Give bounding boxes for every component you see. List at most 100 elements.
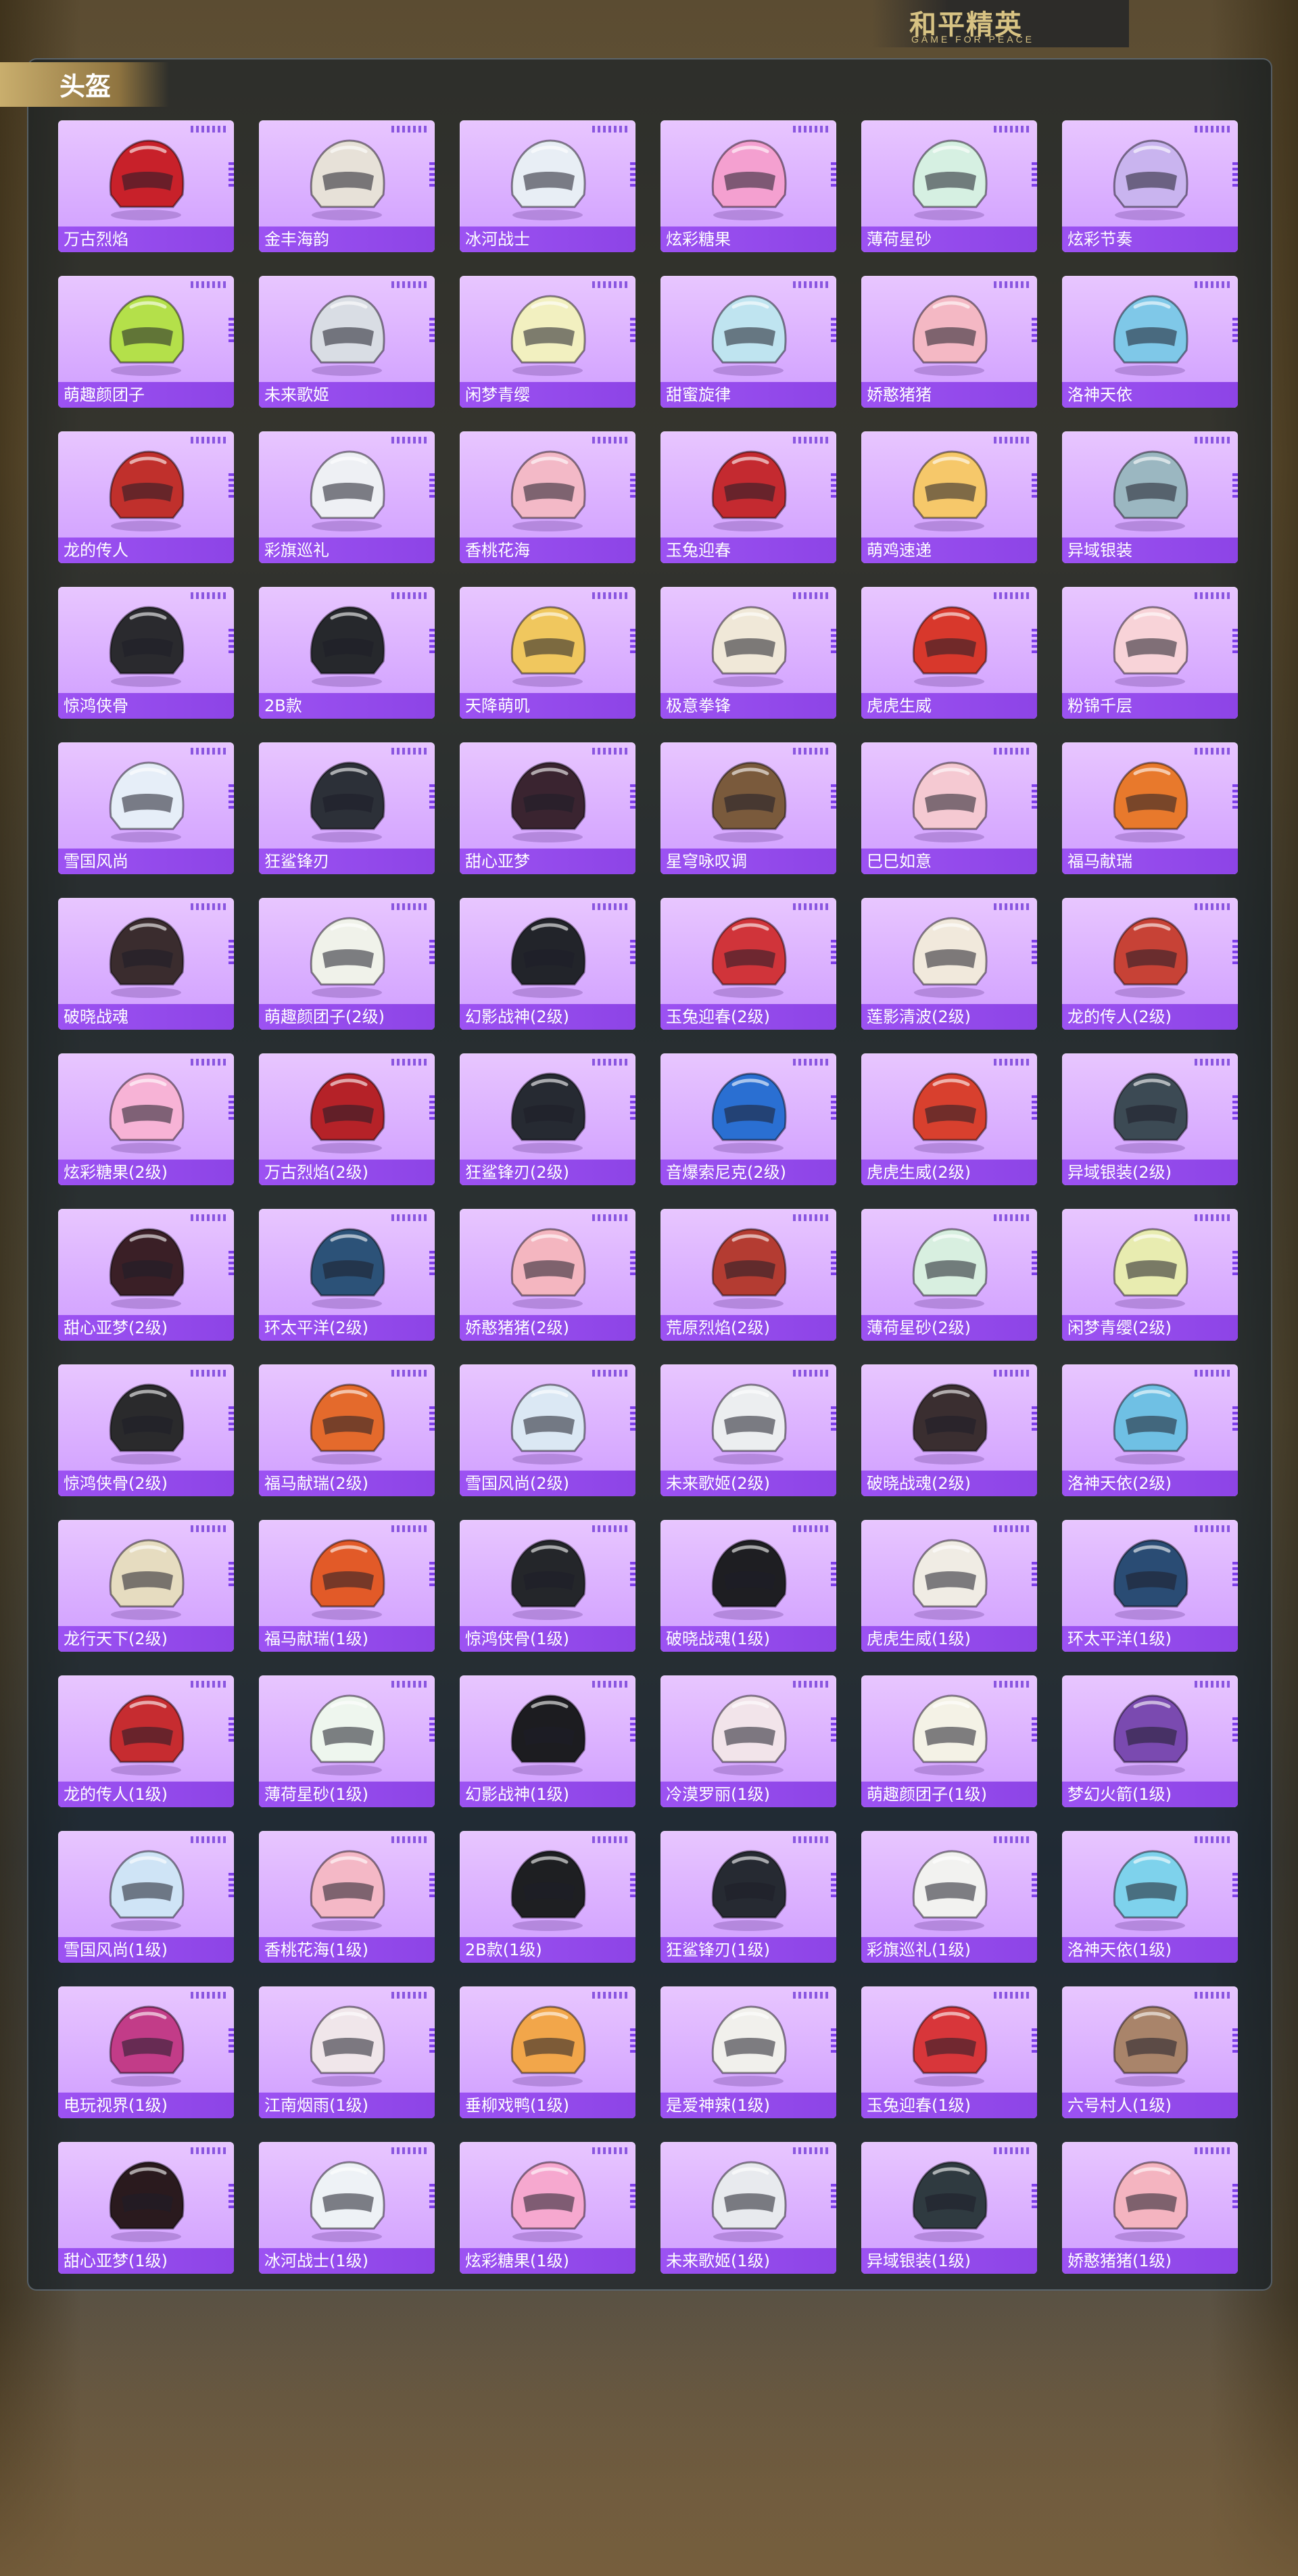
- helmet-name-label: 萌趣颜团子(1级): [861, 1782, 1037, 1807]
- helmet-card[interactable]: 狂鲨锋刃(2级): [460, 1053, 635, 1185]
- helmet-card[interactable]: 异域银装(1级): [861, 2142, 1037, 2274]
- helmet-card[interactable]: 娇憨猪猪(1级): [1062, 2142, 1238, 2274]
- helmet-card[interactable]: 薄荷星砂(2级): [861, 1209, 1037, 1341]
- helmet-card[interactable]: 未来歌姬: [259, 276, 435, 408]
- helmet-card[interactable]: 万古烈焰(2级): [259, 1053, 435, 1185]
- helmet-card[interactable]: 闲梦青缨: [460, 276, 635, 408]
- helmet-card[interactable]: 破晓战魂: [58, 898, 234, 1030]
- helmet-card[interactable]: 垂柳戏鸭(1级): [460, 1986, 635, 2118]
- helmet-card[interactable]: 薄荷星砂(1级): [259, 1675, 435, 1807]
- helmet-card[interactable]: 炫彩节奏: [1062, 120, 1238, 252]
- helmet-card[interactable]: 破晓战魂(2级): [861, 1364, 1037, 1496]
- helmet-card[interactable]: 2B款(1级): [460, 1831, 635, 1963]
- helmet-card[interactable]: 香桃花海: [460, 431, 635, 563]
- helmet-card[interactable]: 福马献瑞(1级): [259, 1520, 435, 1652]
- helmet-card[interactable]: 龙的传人(2级): [1062, 898, 1238, 1030]
- helmet-card[interactable]: 玉兔迎春(2级): [660, 898, 836, 1030]
- helmet-card[interactable]: 雪国风尚(2级): [460, 1364, 635, 1496]
- helmet-card[interactable]: 冰河战士(1级): [259, 2142, 435, 2274]
- helmet-card[interactable]: 极意拳锋: [660, 587, 836, 719]
- helmet-card[interactable]: 冷漠罗丽(1级): [660, 1675, 836, 1807]
- helmet-card[interactable]: 惊鸿侠骨(1级): [460, 1520, 635, 1652]
- helmet-icon: [912, 917, 988, 998]
- helmet-card[interactable]: 虎虎生威(2级): [861, 1053, 1037, 1185]
- helmet-card[interactable]: 甜蜜旋律: [660, 276, 836, 408]
- helmet-card[interactable]: 雪国风尚(1级): [58, 1831, 234, 1963]
- helmet-card[interactable]: 惊鸿侠骨: [58, 587, 234, 719]
- helmet-card[interactable]: 洛神天依(1级): [1062, 1831, 1238, 1963]
- helmet-card[interactable]: 龙的传人: [58, 431, 234, 563]
- helmet-card[interactable]: 电玩视界(1级): [58, 1986, 234, 2118]
- helmet-card[interactable]: 未来歌姬(1级): [660, 2142, 836, 2274]
- helmet-card[interactable]: 环太平洋(1级): [1062, 1520, 1238, 1652]
- helmet-name-label: 闲梦青缨(2级): [1062, 1315, 1238, 1341]
- helmet-card[interactable]: 福马献瑞: [1062, 742, 1238, 874]
- helmet-card[interactable]: 香桃花海(1级): [259, 1831, 435, 1963]
- helmet-card[interactable]: 金丰海韵: [259, 120, 435, 252]
- helmet-card[interactable]: 龙行天下(2级): [58, 1520, 234, 1652]
- helmet-card[interactable]: 福马献瑞(2级): [259, 1364, 435, 1496]
- helmet-card[interactable]: 薄荷星砂: [861, 120, 1037, 252]
- helmet-card[interactable]: 彩旗巡礼: [259, 431, 435, 563]
- helmet-card[interactable]: 冰河战士: [460, 120, 635, 252]
- helmet-card[interactable]: 炫彩糖果: [660, 120, 836, 252]
- helmet-card[interactable]: 娇憨猪猪: [861, 276, 1037, 408]
- helmet-card[interactable]: 萌趣颜团子(1级): [861, 1675, 1037, 1807]
- helmet-card[interactable]: 粉锦千层: [1062, 587, 1238, 719]
- helmet-card[interactable]: 洛神天依(2级): [1062, 1364, 1238, 1496]
- helmet-card[interactable]: 环太平洋(2级): [259, 1209, 435, 1341]
- helmet-card[interactable]: 江南烟雨(1级): [259, 1986, 435, 2118]
- helmet-card[interactable]: 幻影战神(1级): [460, 1675, 635, 1807]
- helmet-card[interactable]: 梦幻火箭(1级): [1062, 1675, 1238, 1807]
- helmet-card[interactable]: 萌趣颜团子: [58, 276, 234, 408]
- helmet-name-label: 狂鲨锋刃(2级): [460, 1160, 635, 1185]
- helmet-card[interactable]: 星穹咏叹调: [660, 742, 836, 874]
- helmet-card[interactable]: 惊鸿侠骨(2级): [58, 1364, 234, 1496]
- helmet-card[interactable]: 甜心亚梦(1级): [58, 2142, 234, 2274]
- helmet-card[interactable]: 龙的传人(1级): [58, 1675, 234, 1807]
- helmet-card[interactable]: 炫彩糖果(2级): [58, 1053, 234, 1185]
- card-edge-marker: [1032, 318, 1037, 345]
- helmet-card[interactable]: 甜心亚梦: [460, 742, 635, 874]
- helmet-card[interactable]: 音爆索尼克(2级): [660, 1053, 836, 1185]
- helmet-card[interactable]: 炫彩糖果(1级): [460, 2142, 635, 2274]
- helmet-card[interactable]: 玉兔迎春(1级): [861, 1986, 1037, 2118]
- helmet-icon: [510, 295, 586, 376]
- helmet-card[interactable]: 异域银装(2级): [1062, 1053, 1238, 1185]
- helmet-card[interactable]: 是爱神辣(1级): [660, 1986, 836, 2118]
- helmet-card[interactable]: 萌趣颜团子(2级): [259, 898, 435, 1030]
- helmet-icon: [109, 917, 185, 998]
- helmet-name-label: 福马献瑞(1级): [259, 1626, 435, 1652]
- helmet-icon: [711, 606, 787, 687]
- helmet-card[interactable]: 天降萌叽: [460, 587, 635, 719]
- helmet-card[interactable]: 六号村人(1级): [1062, 1986, 1238, 2118]
- helmet-card[interactable]: 玉兔迎春: [660, 431, 836, 563]
- helmet-card[interactable]: 彩旗巡礼(1级): [861, 1831, 1037, 1963]
- helmet-card[interactable]: 洛神天依: [1062, 276, 1238, 408]
- helmet-icon: [510, 917, 586, 998]
- helmet-card[interactable]: 萌鸡速递: [861, 431, 1037, 563]
- card-edge-marker: [229, 1251, 234, 1278]
- helmet-icon: [109, 450, 185, 531]
- helmet-card[interactable]: 虎虎生威: [861, 587, 1037, 719]
- helmet-card[interactable]: 莲影清波(2级): [861, 898, 1037, 1030]
- helmet-card[interactable]: 甜心亚梦(2级): [58, 1209, 234, 1341]
- helmet-card[interactable]: 未来歌姬(2级): [660, 1364, 836, 1496]
- helmet-icon: [510, 1228, 586, 1309]
- helmet-name-label: 幻影战神(1级): [460, 1782, 635, 1807]
- helmet-card[interactable]: 娇憨猪猪(2级): [460, 1209, 635, 1341]
- helmet-name-label: 炫彩糖果(1级): [460, 2248, 635, 2274]
- helmet-card[interactable]: 2B款: [259, 587, 435, 719]
- helmet-card[interactable]: 万古烈焰: [58, 120, 234, 252]
- helmet-card[interactable]: 破晓战魂(1级): [660, 1520, 836, 1652]
- helmet-card[interactable]: 荒原烈焰(2级): [660, 1209, 836, 1341]
- helmet-card[interactable]: 狂鲨锋刃(1级): [660, 1831, 836, 1963]
- helmet-icon: [711, 917, 787, 998]
- helmet-card[interactable]: 幻影战神(2级): [460, 898, 635, 1030]
- helmet-card[interactable]: 雪国风尚: [58, 742, 234, 874]
- helmet-card[interactable]: 异域银装: [1062, 431, 1238, 563]
- helmet-card[interactable]: 狂鲨锋刃: [259, 742, 435, 874]
- helmet-card[interactable]: 闲梦青缨(2级): [1062, 1209, 1238, 1341]
- helmet-card[interactable]: 巳巳如意: [861, 742, 1037, 874]
- helmet-card[interactable]: 虎虎生威(1级): [861, 1520, 1037, 1652]
